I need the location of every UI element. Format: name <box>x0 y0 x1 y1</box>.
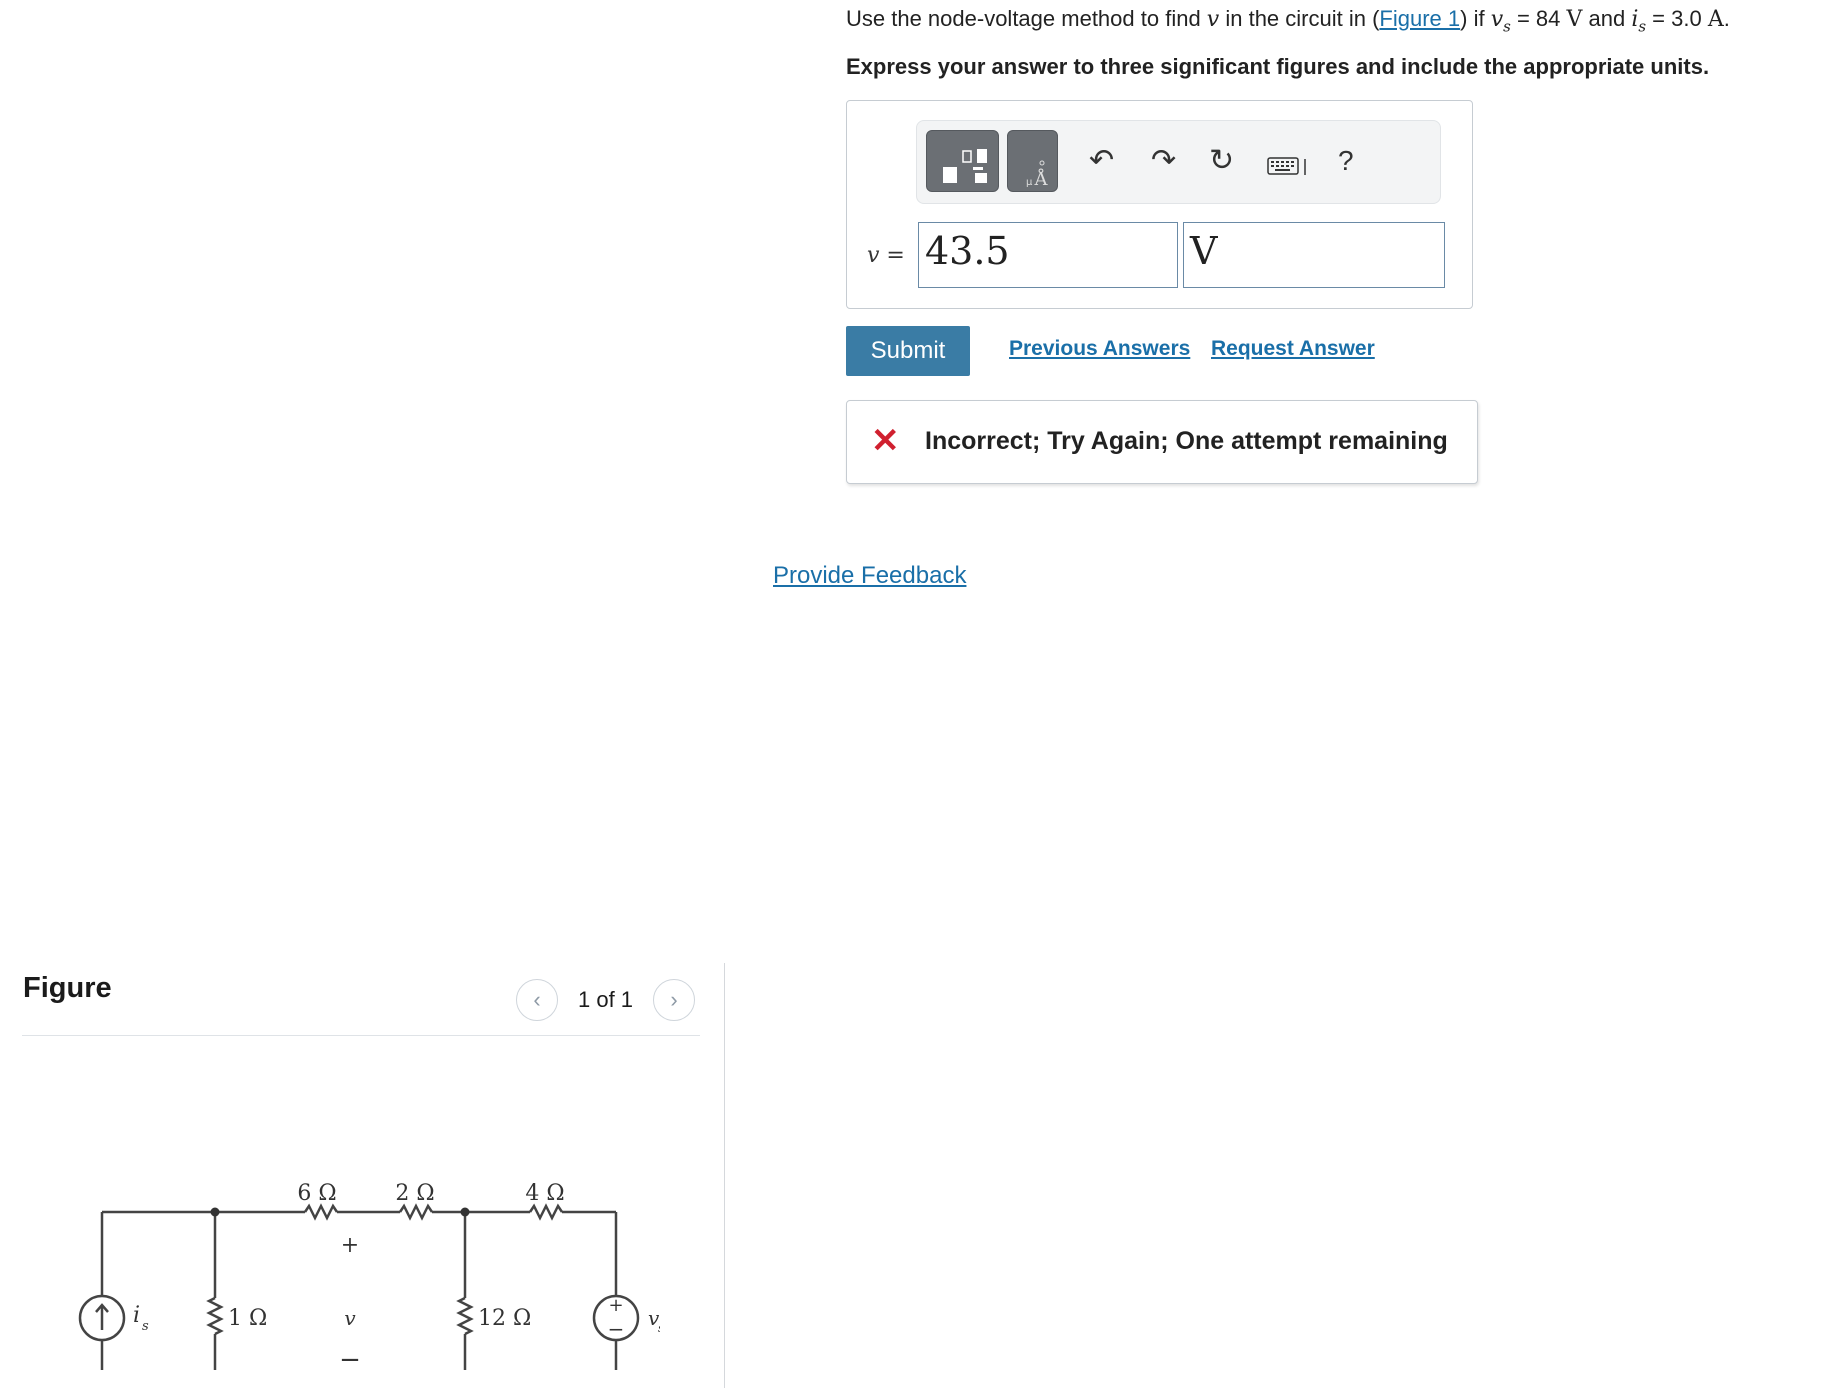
resistor-12-label: 12 Ω <box>478 1306 531 1331</box>
question-vs-sub: s <box>1503 17 1511 36</box>
reset-icon[interactable]: ↻ <box>1209 141 1234 181</box>
v-minus-label: − <box>339 1345 361 1370</box>
figure-divider <box>22 1035 700 1036</box>
v-label: v <box>344 1306 356 1330</box>
vs-sub-label: s <box>658 1321 660 1335</box>
figure-title: Figure <box>23 972 112 1004</box>
svg-text:Å: Å <box>1034 168 1049 190</box>
is-sub-label: s <box>142 1319 149 1334</box>
undo-icon[interactable]: ↶ <box>1089 141 1114 181</box>
answer-unit-input[interactable]: V <box>1183 222 1445 288</box>
question-pane: Use the node-voltage method to find v in… <box>725 0 1823 1388</box>
chevron-left-icon: ‹ <box>533 987 541 1012</box>
figure-link[interactable]: Figure 1 <box>1379 6 1460 31</box>
submit-button[interactable]: Submit <box>846 326 970 376</box>
keyboard-icon[interactable] <box>1267 155 1319 177</box>
units-icon: Å μ <box>1026 160 1049 190</box>
is-label: i <box>133 1303 140 1328</box>
next-figure-button[interactable]: › <box>653 979 696 1021</box>
provide-feedback-link[interactable]: Provide Feedback <box>773 562 966 590</box>
figure-pane: Figure ‹ 1 of 1 › 6 Ω 2 Ω 4 Ω 1 Ω 12 Ω +… <box>0 0 724 1388</box>
question-vs-unit: V <box>1566 7 1583 32</box>
question-is-sub: s <box>1638 17 1647 36</box>
question-prefix: Use the node-voltage method to find <box>846 6 1207 31</box>
question-mid1: in the circuit in ( <box>1219 6 1380 31</box>
templates-icon <box>943 149 987 183</box>
question-end: . <box>1723 6 1730 31</box>
answer-variable-label: v = <box>867 243 905 268</box>
question-vs-eq: = 84 <box>1510 6 1567 31</box>
question-and: and <box>1582 6 1632 31</box>
resistor-6-label: 6 Ω <box>297 1181 336 1206</box>
feedback-message-box: ✕ Incorrect; Try Again; One attempt rema… <box>846 400 1478 484</box>
figure-pager: ‹ 1 of 1 › <box>516 979 696 1021</box>
source-minus-label: − <box>608 1317 625 1341</box>
resistor-2-label: 2 Ω <box>395 1181 434 1206</box>
math-toolbar: Å μ ↶ ↷ ↻ ? <box>916 120 1441 204</box>
feedback-message: Incorrect; Try Again; One attempt remain… <box>925 427 1448 455</box>
question-var-v: v <box>1206 7 1220 32</box>
circuit-diagram: 6 Ω 2 Ω 4 Ω 1 Ω 12 Ω + v − i s + − v s <box>78 1181 660 1370</box>
question-text: Use the node-voltage method to find v in… <box>846 6 1730 35</box>
templates-button[interactable] <box>926 130 999 192</box>
source-plus-label: + <box>608 1295 623 1316</box>
answer-value-input[interactable]: 43.5 <box>918 222 1178 288</box>
incorrect-x-icon: ✕ <box>871 422 900 460</box>
redo-icon[interactable]: ↷ <box>1151 141 1176 181</box>
question-mid2: ) if <box>1460 6 1491 31</box>
help-icon[interactable]: ? <box>1338 141 1354 181</box>
resistor-1-label: 1 Ω <box>228 1306 267 1331</box>
svg-text:μ: μ <box>1026 177 1033 188</box>
pager-text: 1 of 1 <box>578 987 634 1012</box>
previous-answers-link[interactable]: Previous Answers <box>1009 337 1190 361</box>
request-answer-link[interactable]: Request Answer <box>1211 337 1375 361</box>
answer-box: Å μ ↶ ↷ ↻ ? v = 43.5 V <box>846 100 1473 309</box>
question-is-eq: = 3.0 <box>1646 6 1708 31</box>
chevron-right-icon: › <box>670 987 678 1012</box>
v-plus-label: + <box>341 1233 359 1258</box>
question-is-unit: A <box>1707 7 1724 32</box>
resistor-4-label: 4 Ω <box>525 1181 564 1206</box>
previous-figure-button[interactable]: ‹ <box>516 979 558 1021</box>
question-vs-var: v <box>1490 7 1504 32</box>
instruction-text: Express your answer to three significant… <box>846 54 1710 79</box>
units-button[interactable]: Å μ <box>1007 130 1058 192</box>
